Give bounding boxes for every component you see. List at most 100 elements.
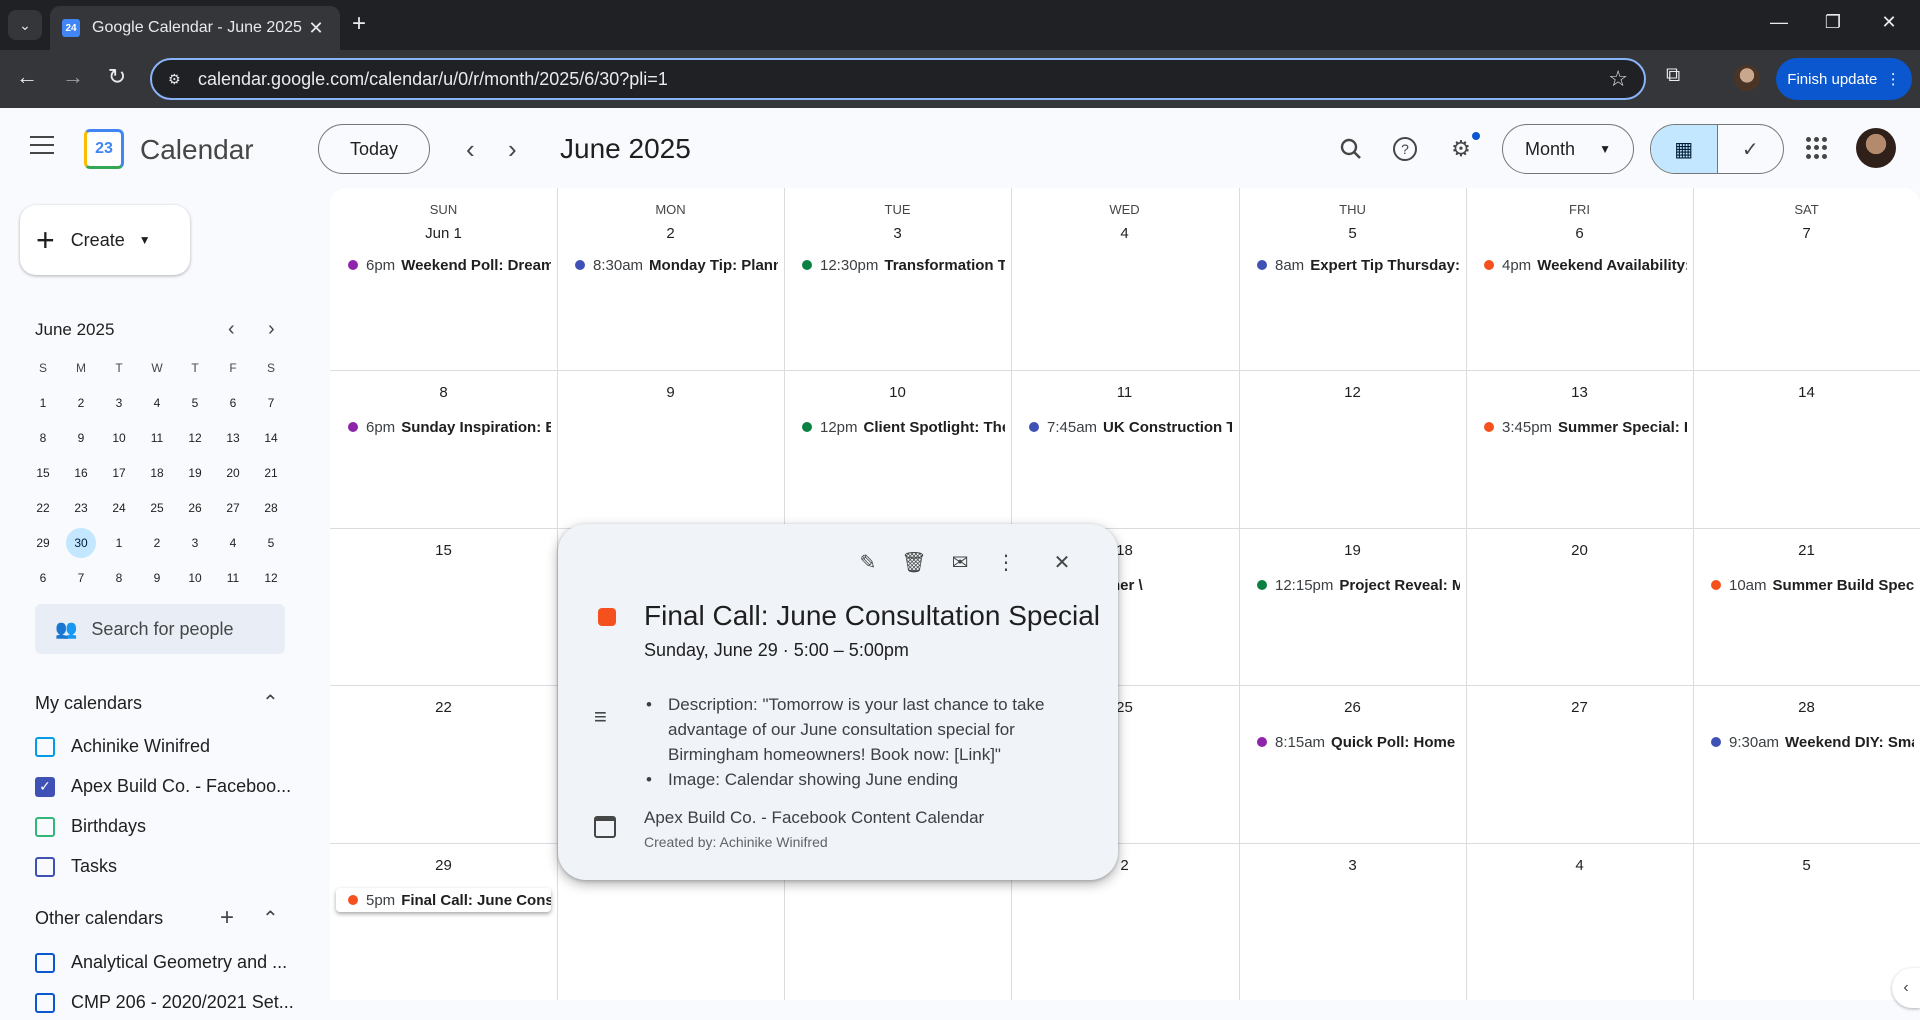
mini-next-month-icon[interactable]: ›	[268, 318, 275, 341]
mini-day[interactable]: 23	[62, 490, 100, 525]
mini-day[interactable]: 3	[176, 525, 214, 560]
mini-day[interactable]: 15	[24, 455, 62, 490]
calendar-view-icon[interactable]: ▦	[1651, 125, 1718, 173]
calendar-event[interactable]: 9:30am Weekend DIY: Sma	[1699, 730, 1914, 754]
checked-checkbox[interactable]: ✓	[35, 776, 55, 797]
day-number[interactable]: 9	[557, 384, 784, 401]
mini-day[interactable]: 25	[138, 490, 176, 525]
mini-day[interactable]: 4	[138, 385, 176, 420]
calendar-list-item[interactable]: Birthdays	[35, 816, 295, 837]
minimize-icon[interactable]: —	[1764, 12, 1794, 33]
day-number[interactable]: 29	[330, 857, 557, 874]
mini-day[interactable]: 30	[62, 525, 100, 560]
add-other-calendar-icon[interactable]: +	[220, 904, 234, 932]
mini-day[interactable]: 3	[100, 385, 138, 420]
unchecked-checkbox[interactable]	[35, 816, 55, 837]
unchecked-checkbox[interactable]	[35, 856, 55, 877]
other-calendars-title[interactable]: Other calendars	[35, 908, 163, 929]
mini-prev-month-icon[interactable]: ‹	[228, 318, 235, 341]
calendar-event[interactable]: 6pm Weekend Poll: Dream	[336, 253, 551, 277]
day-number[interactable]: 12	[1239, 384, 1466, 401]
calendar-list-item[interactable]: ✓ Apex Build Co. - Faceboo...	[35, 776, 295, 797]
mini-day[interactable]: 26	[176, 490, 214, 525]
mini-day[interactable]: 11	[214, 560, 252, 595]
calendar-event[interactable]: 6pm Sunday Inspiration: Br	[336, 415, 551, 439]
day-number[interactable]: 20	[1466, 542, 1693, 559]
mini-day[interactable]: 22	[24, 490, 62, 525]
mini-day[interactable]: 28	[252, 490, 290, 525]
tasks-view-icon[interactable]: ✓	[1718, 125, 1784, 173]
mini-day[interactable]: 24	[100, 490, 138, 525]
mini-day[interactable]: 29	[24, 525, 62, 560]
mini-day[interactable]: 9	[62, 420, 100, 455]
mini-day[interactable]: 7	[62, 560, 100, 595]
bookmark-star-icon[interactable]: ☆	[1608, 66, 1628, 92]
site-info-icon[interactable]: ⚙	[168, 71, 198, 88]
calendar-event[interactable]: 7:45am UK Construction Ti	[1017, 415, 1232, 439]
calendar-event[interactable]: 8:15am Quick Poll: Home O	[1245, 730, 1460, 754]
more-options-icon[interactable]: ⋮	[988, 544, 1024, 580]
day-number[interactable]: 26	[1239, 699, 1466, 716]
mini-day[interactable]: 4	[214, 525, 252, 560]
help-icon[interactable]: ?	[1388, 132, 1422, 166]
mini-day[interactable]: 10	[176, 560, 214, 595]
mini-day[interactable]: 8	[24, 420, 62, 455]
calendar-event[interactable]: 3:45pm Summer Special: Fr	[1472, 415, 1687, 439]
mini-day[interactable]: 18	[138, 455, 176, 490]
mini-day[interactable]: 21	[252, 455, 290, 490]
finish-update-button[interactable]: Finish update ⋮	[1776, 58, 1912, 100]
close-tab-icon[interactable]: ✕	[304, 18, 328, 39]
today-button[interactable]: Today	[318, 124, 430, 174]
mini-day[interactable]: 17	[100, 455, 138, 490]
mini-day[interactable]: 16	[62, 455, 100, 490]
mini-day[interactable]: 13	[214, 420, 252, 455]
collapse-my-calendars-icon[interactable]: ⌃	[262, 690, 279, 715]
mini-day[interactable]: 2	[62, 385, 100, 420]
unchecked-checkbox[interactable]	[35, 952, 55, 973]
mini-day[interactable]: 12	[252, 560, 290, 595]
mini-day[interactable]: 1	[24, 385, 62, 420]
main-menu-icon[interactable]	[30, 136, 54, 160]
day-number[interactable]: 14	[1693, 384, 1920, 401]
unchecked-checkbox[interactable]	[35, 736, 55, 757]
mini-day[interactable]: 5	[176, 385, 214, 420]
forward-icon[interactable]: →	[58, 64, 88, 90]
day-number[interactable]: 5	[1693, 857, 1920, 874]
tab-search-button[interactable]: ⌄	[8, 10, 42, 40]
day-number[interactable]: 15	[330, 542, 557, 559]
calendar-event[interactable]: 8am Expert Tip Thursday: (	[1245, 253, 1460, 277]
day-number[interactable]: 4	[1466, 857, 1693, 874]
day-number[interactable]: 8	[330, 384, 557, 401]
day-number[interactable]: 10	[784, 384, 1011, 401]
mini-day[interactable]: 20	[214, 455, 252, 490]
search-people-input[interactable]: 👥 Search for people	[35, 604, 285, 654]
browser-tab[interactable]: 24 Google Calendar - June 2025 ✕	[50, 6, 340, 50]
day-number[interactable]: 2	[557, 225, 784, 242]
mini-day[interactable]: 27	[214, 490, 252, 525]
restore-icon[interactable]: ❐	[1818, 12, 1848, 33]
mini-day[interactable]: 6	[24, 560, 62, 595]
mini-day[interactable]: 8	[100, 560, 138, 595]
day-number[interactable]: 22	[330, 699, 557, 716]
calendar-list-item[interactable]: Achinike Winifred	[35, 736, 295, 757]
close-popup-icon[interactable]: ✕	[1044, 544, 1080, 580]
google-apps-icon[interactable]	[1806, 137, 1828, 159]
day-number[interactable]: 11	[1011, 384, 1238, 401]
day-number[interactable]: 28	[1693, 699, 1920, 716]
calendar-event[interactable]: 8:30am Monday Tip: Planni	[563, 253, 778, 277]
mini-day[interactable]: 11	[138, 420, 176, 455]
day-number[interactable]: 7	[1693, 225, 1920, 242]
mini-day[interactable]: 12	[176, 420, 214, 455]
new-tab-icon[interactable]: +	[352, 12, 366, 36]
day-number[interactable]: 27	[1466, 699, 1693, 716]
day-number[interactable]: Jun 1	[330, 225, 557, 242]
previous-month-icon[interactable]: ‹	[466, 134, 475, 165]
mini-day[interactable]: 5	[252, 525, 290, 560]
day-number[interactable]: 6	[1466, 225, 1693, 242]
side-panel-toggle-icon[interactable]: ‹	[1892, 968, 1920, 1008]
calendar-list-item[interactable]: Tasks	[35, 856, 295, 877]
reload-icon[interactable]: ↻	[102, 64, 132, 90]
unchecked-checkbox[interactable]	[35, 992, 55, 1013]
calendar-event[interactable]: 4pm Weekend Availability:	[1472, 253, 1687, 277]
account-avatar[interactable]	[1856, 128, 1896, 168]
